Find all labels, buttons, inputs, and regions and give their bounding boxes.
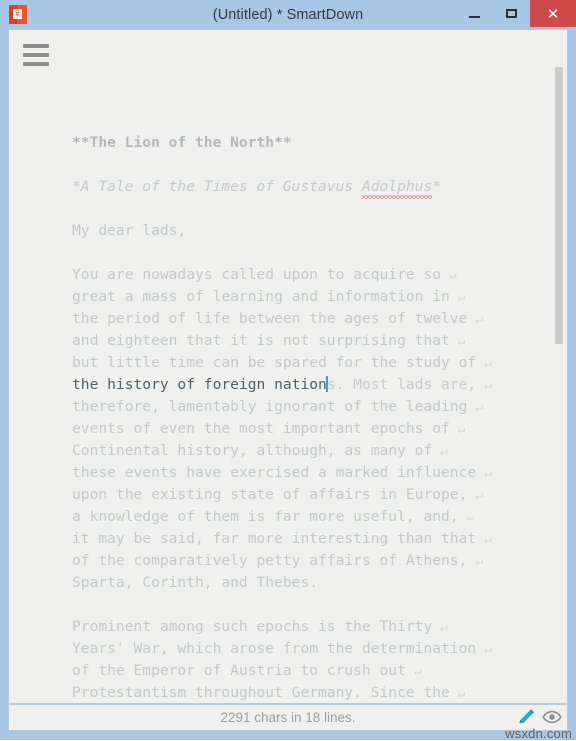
watermark: wsxdn.com	[505, 726, 572, 741]
editor-line-text: You are nowadays called upon to acquire …	[72, 266, 442, 283]
line-wrap-marker: ↵	[467, 488, 484, 503]
editor-line-text: of the comparatively petty affairs of At…	[72, 552, 468, 569]
editor-line: of the Emperor of Austria to crush out ↵	[72, 660, 567, 682]
smartdown-book-icon: #	[9, 5, 27, 24]
editor-line-text: Protestantism throughout Germany. Since …	[72, 684, 450, 701]
line-wrap-marker: ↵	[405, 664, 422, 679]
line-wrap-marker: ↵	[476, 378, 492, 393]
status-bar-icons	[516, 707, 562, 727]
editor-line: *A Tale of the Times of Gustavus Adolphu…	[72, 176, 567, 199]
minimize-button[interactable]	[456, 0, 493, 27]
editor-line-list: **The Lion of the North** *A Tale of the …	[9, 114, 567, 703]
editor-line-text: Sparta, Corinth, and Thebes.	[72, 574, 319, 591]
line-wrap-marker: ↵	[441, 268, 457, 283]
editor-line: but little time can be spared for the st…	[72, 352, 567, 374]
editor-line-text: Continental history, although, as many o…	[72, 442, 433, 459]
editor-line-text: and eighteen that it is not surprising t…	[72, 332, 450, 349]
editor-blank-line	[72, 198, 567, 220]
editor-line: the period of life between the ages of t…	[72, 308, 567, 330]
client-area: **The Lion of the North** *A Tale of the …	[8, 29, 568, 704]
vertical-scrollbar[interactable]	[552, 31, 566, 703]
editor-line-text: Years' War, which arose from the determi…	[72, 640, 477, 657]
editor-line-text: upon the existing state of affairs in Eu…	[72, 486, 468, 503]
scrollbar-thumb[interactable]	[555, 67, 563, 344]
line-wrap-marker: ↵	[476, 532, 492, 547]
editor-line: Protestantism throughout Germany. Since …	[72, 682, 567, 703]
editor-line: Prominent among such epochs is the Thirt…	[72, 616, 567, 638]
line-wrap-marker: ↵	[449, 422, 466, 437]
line-wrap-marker: ↵	[432, 444, 448, 459]
line-wrap-marker: ↵	[449, 686, 466, 701]
editor-line: Continental history, although, as many o…	[72, 440, 567, 462]
editor-line: and eighteen that it is not surprising t…	[72, 330, 567, 352]
editor-line-text: *A Tale of the Times of Gustavus Adolphu…	[72, 176, 441, 199]
line-wrap-marker: ↵	[476, 356, 492, 371]
editor-line-text: of the Emperor of Austria to crush out	[72, 662, 406, 679]
editor-line-text: it may be said, far more interesting tha…	[72, 530, 477, 547]
line-wrap-marker: ↵	[449, 334, 466, 349]
line-text-after-caret: s. Most lads are,	[326, 376, 477, 393]
editor-line: these events have exercised a marked inf…	[72, 462, 567, 484]
editor-line-text: Prominent among such epochs is the Thirt…	[72, 618, 433, 635]
editor-line: events of even the most important epochs…	[72, 418, 567, 440]
editor-line-text: events of even the most important epochs…	[72, 420, 450, 437]
hamburger-menu-icon[interactable]	[17, 41, 55, 71]
editor-blank-line	[72, 154, 567, 176]
editor-blank-line	[72, 242, 567, 264]
editor-line: **The Lion of the North**	[72, 132, 567, 154]
window-controls: ✕	[456, 0, 576, 27]
hamburger-bar	[23, 62, 49, 66]
line-wrap-marker: ↵	[467, 400, 484, 415]
minimize-icon	[469, 16, 480, 18]
editor-blank-line	[72, 594, 567, 616]
editor-line: it may be said, far more interesting tha…	[72, 528, 567, 550]
maximize-button[interactable]	[493, 0, 530, 27]
editor-line: of the comparatively petty affairs of At…	[72, 550, 567, 572]
editor-line-text: the period of life between the ages of t…	[72, 310, 468, 327]
line-text-before-caret: the history of foreign nation	[72, 376, 327, 393]
editor-line-text: but little time can be spared for the st…	[72, 354, 477, 371]
editor-line: My dear lads,	[72, 220, 567, 242]
editor-line-text: the history of foreign nations. Most lad…	[72, 376, 476, 393]
maximize-icon	[506, 9, 517, 18]
status-bar: 2291 chars in 18 lines.	[8, 704, 568, 731]
line-wrap-marker: ↵	[449, 290, 466, 305]
line-wrap-marker: ↵	[476, 466, 492, 481]
editor-line: upon the existing state of affairs in Eu…	[72, 484, 567, 506]
editor-line-text: great a mass of learning and information…	[72, 288, 450, 305]
application-window: # (Untitled) * SmartDown ✕ **The Lion of…	[0, 0, 576, 741]
editor-line: You are nowadays called upon to acquire …	[72, 264, 567, 286]
editor-line-text: these events have exercised a marked inf…	[72, 464, 477, 481]
editor-line: great a mass of learning and information…	[72, 286, 567, 308]
eye-icon[interactable]	[542, 707, 562, 727]
markdown-editor[interactable]: **The Lion of the North** *A Tale of the …	[9, 70, 567, 703]
editor-line-text: **The Lion of the North**	[72, 134, 292, 151]
editor-line-text: My dear lads,	[72, 222, 187, 239]
misspelled-word[interactable]: Adolphus	[361, 176, 433, 199]
app-icon-glyph: #	[13, 9, 22, 19]
status-text: 2291 chars in 18 lines.	[220, 710, 356, 725]
editor-line: the history of foreign nations. Most lad…	[72, 374, 567, 396]
editor-line-text: therefore, lamentably ignorant of the le…	[72, 398, 468, 415]
line-wrap-marker: ↵	[467, 554, 484, 569]
line-wrap-marker: ↵	[458, 510, 475, 525]
editor-line: a knowledge of them is far more useful, …	[72, 506, 567, 528]
pencil-icon[interactable]	[516, 707, 536, 727]
editor-line-text: a knowledge of them is far more useful, …	[72, 508, 459, 525]
editor-line: Years' War, which arose from the determi…	[72, 638, 567, 660]
line-wrap-marker: ↵	[476, 642, 492, 657]
hamburger-bar	[23, 53, 49, 57]
line-wrap-marker: ↵	[432, 620, 448, 635]
line-wrap-marker: ↵	[467, 312, 484, 327]
close-button[interactable]: ✕	[530, 0, 576, 27]
hamburger-bar	[23, 44, 49, 48]
editor-line: Sparta, Corinth, and Thebes.	[72, 572, 567, 594]
editor-line: therefore, lamentably ignorant of the le…	[72, 396, 567, 418]
title-bar[interactable]: # (Untitled) * SmartDown ✕	[0, 0, 576, 29]
